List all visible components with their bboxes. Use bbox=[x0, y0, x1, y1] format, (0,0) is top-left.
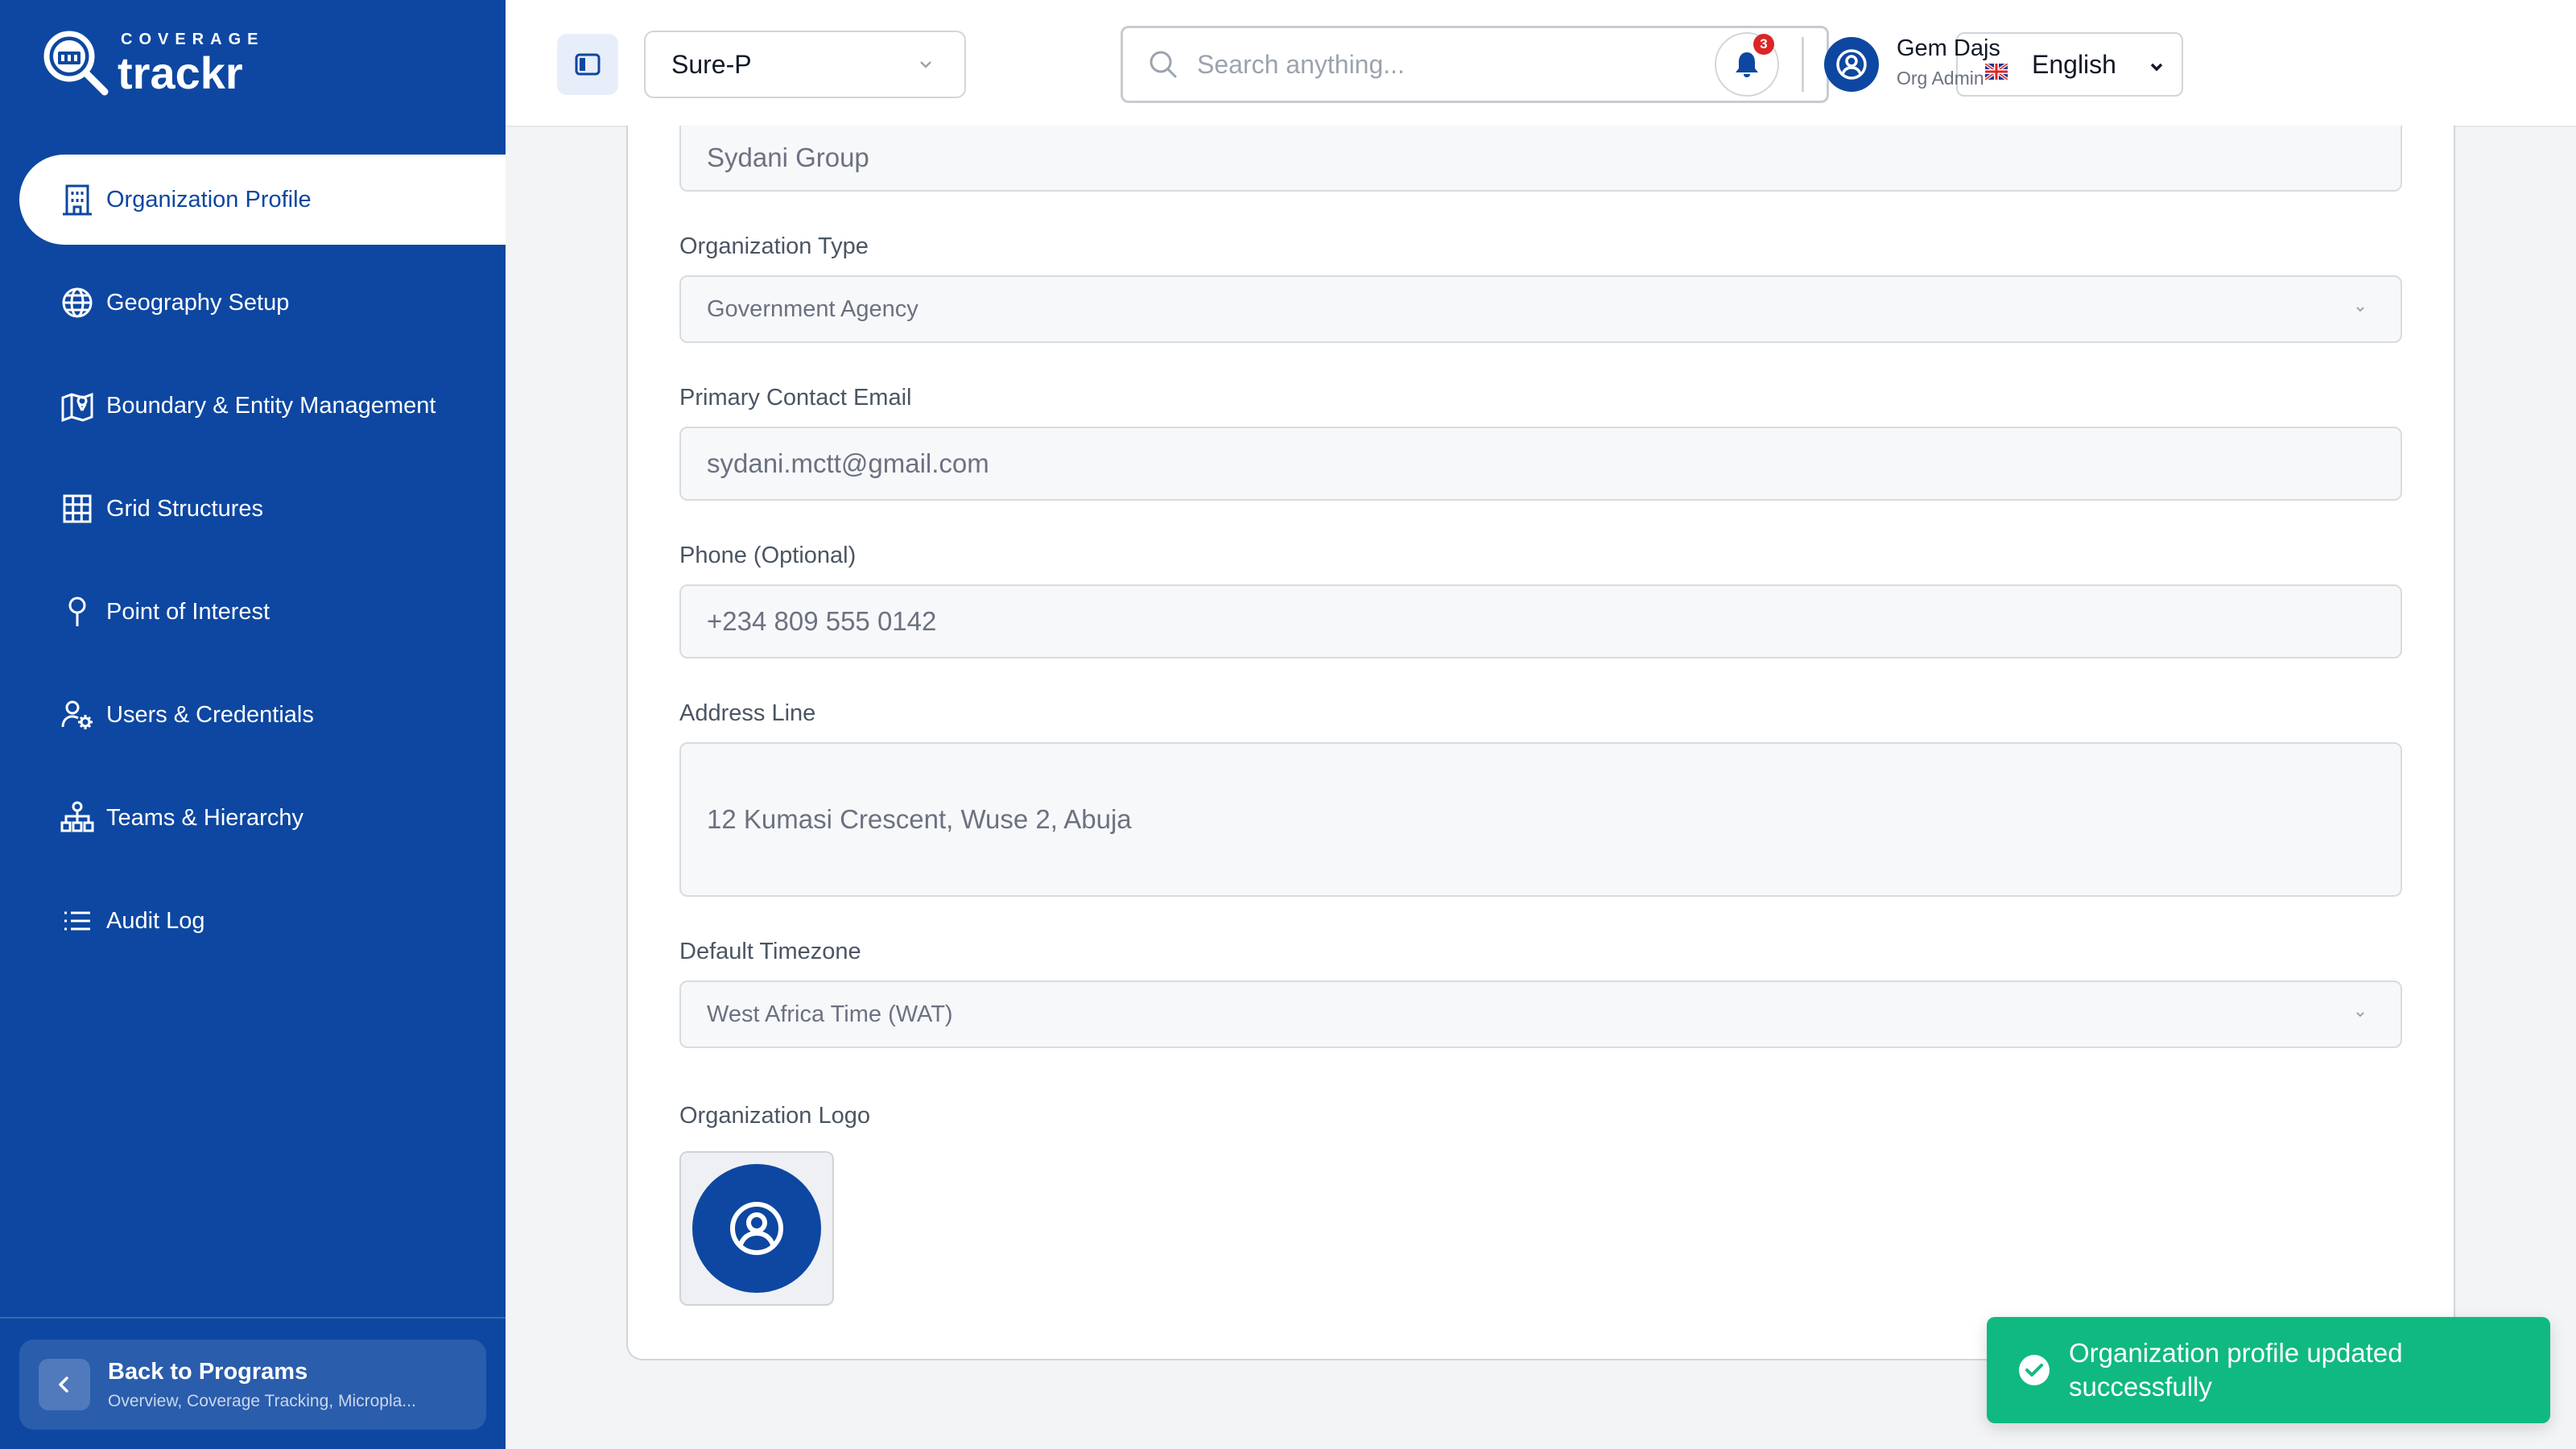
map-pin-icon bbox=[60, 388, 95, 423]
sidebar-item-label: Teams & Hierarchy bbox=[106, 804, 303, 831]
sidebar-toggle-icon bbox=[575, 53, 601, 76]
brand-small-text: COVERAGE bbox=[121, 30, 265, 48]
sidebar-item-label: Users & Credentials bbox=[106, 701, 314, 728]
sidebar-item-label: Grid Structures bbox=[106, 495, 263, 522]
sidebar-item-label: Point of Interest bbox=[106, 598, 270, 625]
back-to-programs-button[interactable]: Back to Programs Overview, Coverage Trac… bbox=[19, 1340, 486, 1430]
phone-field[interactable]: +234 809 555 0142 bbox=[679, 584, 2402, 658]
primary-email-field[interactable]: sydani.mctt@gmail.com bbox=[679, 427, 2402, 501]
list-icon bbox=[60, 903, 95, 939]
organization-type-select[interactable]: Government Agency bbox=[679, 275, 2402, 343]
sidebar-toggle-button[interactable] bbox=[557, 34, 618, 95]
address-textarea[interactable]: 12 Kumasi Crescent, Wuse 2, Abuja bbox=[679, 742, 2402, 897]
organization-name-value: Sydani Group bbox=[707, 142, 869, 172]
brand-logo[interactable]: COVERAGE trackr bbox=[40, 24, 264, 105]
logo-placeholder-avatar bbox=[692, 1164, 821, 1293]
globe-icon bbox=[60, 285, 95, 320]
sidebar-item-audit-log[interactable]: Audit Log bbox=[0, 876, 506, 966]
search-placeholder: Search anything... bbox=[1197, 49, 1405, 79]
notification-count-badge: 3 bbox=[1753, 34, 1774, 55]
timezone-select[interactable]: West Africa Time (WAT) bbox=[679, 980, 2402, 1048]
sidebar: COVERAGE trackr Organization Profile Geo… bbox=[0, 0, 506, 1449]
chevron-down-icon bbox=[2356, 1012, 2364, 1018]
sidebar-item-label: Organization Profile bbox=[106, 186, 312, 213]
sidebar-item-label: Audit Log bbox=[106, 907, 205, 934]
sidebar-item-users-credentials[interactable]: Users & Credentials bbox=[0, 670, 506, 760]
sidebar-item-grid-structures[interactable]: Grid Structures bbox=[0, 464, 506, 554]
back-title: Back to Programs bbox=[108, 1358, 308, 1385]
check-circle-icon bbox=[2019, 1355, 2050, 1385]
brand-large-text: trackr bbox=[118, 47, 243, 98]
program-select-value: Sure-P bbox=[671, 49, 752, 79]
sidebar-item-teams-hierarchy[interactable]: Teams & Hierarchy bbox=[0, 773, 506, 863]
primary-email-label: Primary Contact Email bbox=[679, 385, 912, 411]
sidebar-item-point-of-interest[interactable]: Point of Interest bbox=[0, 567, 506, 657]
address-label: Address Line bbox=[679, 700, 816, 726]
hierarchy-icon bbox=[60, 800, 95, 836]
user-circle-icon bbox=[1836, 49, 1867, 80]
user-circle-icon bbox=[730, 1202, 783, 1255]
success-toast: Organization profile updated successfull… bbox=[1987, 1317, 2550, 1423]
search-icon bbox=[1150, 51, 1177, 78]
phone-label: Phone (Optional) bbox=[679, 543, 857, 568]
magnifier-logo-icon bbox=[40, 27, 114, 101]
chevron-down-icon bbox=[920, 61, 931, 68]
timezone-label: Default Timezone bbox=[679, 939, 861, 964]
timezone-value: West Africa Time (WAT) bbox=[707, 1001, 953, 1027]
chevron-down-icon bbox=[2150, 63, 2163, 72]
sidebar-nav: Organization Profile Geography Setup Bou… bbox=[0, 155, 506, 979]
organization-logo-upload[interactable] bbox=[679, 1151, 834, 1306]
organization-name-field[interactable]: Sydani Group bbox=[679, 126, 2402, 192]
sidebar-item-label: Geography Setup bbox=[106, 289, 290, 316]
location-pin-icon bbox=[60, 594, 95, 630]
sidebar-item-geography-setup[interactable]: Geography Setup bbox=[0, 258, 506, 348]
phone-value: +234 809 555 0142 bbox=[707, 606, 937, 636]
program-select[interactable]: Sure-P bbox=[644, 31, 966, 98]
organization-type-label: Organization Type bbox=[679, 233, 869, 259]
organization-logo-label: Organization Logo bbox=[679, 1103, 870, 1129]
top-header: Sure-P Search anything... English 3 Gem … bbox=[506, 0, 2576, 127]
sidebar-item-organization-profile[interactable]: Organization Profile bbox=[19, 155, 506, 245]
header-divider bbox=[1802, 37, 1804, 92]
grid-icon bbox=[60, 491, 95, 526]
sidebar-item-boundary-entity[interactable]: Boundary & Entity Management bbox=[0, 361, 506, 451]
language-value: English bbox=[2032, 49, 2116, 79]
address-value: 12 Kumasi Crescent, Wuse 2, Abuja bbox=[707, 804, 1132, 834]
toast-message: Organization profile updated successfull… bbox=[2069, 1338, 2403, 1402]
chevron-left-icon bbox=[39, 1359, 90, 1410]
user-role: Org Admin bbox=[1897, 68, 1984, 89]
bell-icon bbox=[1736, 52, 1758, 77]
user-name: Gem Dajs bbox=[1897, 35, 2000, 61]
building-icon bbox=[60, 182, 95, 217]
sidebar-divider bbox=[0, 1317, 506, 1319]
user-settings-icon bbox=[60, 697, 95, 733]
chevron-down-icon bbox=[2356, 307, 2364, 312]
sidebar-item-label: Boundary & Entity Management bbox=[106, 392, 436, 419]
back-subtitle: Overview, Coverage Tracking, Micropla... bbox=[108, 1391, 416, 1410]
primary-email-value: sydani.mctt@gmail.com bbox=[707, 448, 989, 478]
user-avatar[interactable] bbox=[1824, 37, 1879, 92]
organization-type-value: Government Agency bbox=[707, 295, 919, 322]
